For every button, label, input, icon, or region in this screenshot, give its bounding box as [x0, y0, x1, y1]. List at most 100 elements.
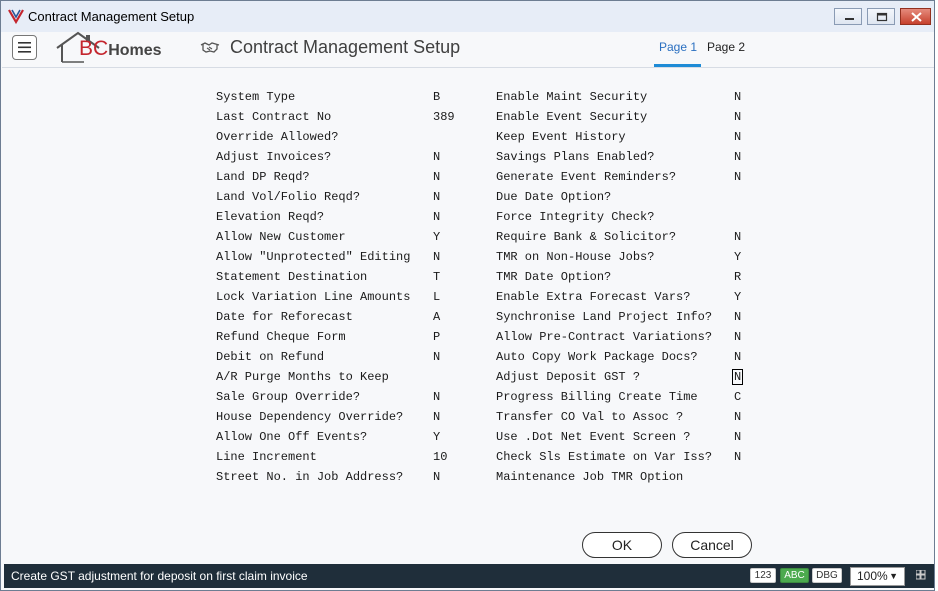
setting-value-field[interactable]: Y: [734, 250, 741, 264]
setting-label: Land DP Reqd?: [216, 170, 310, 184]
setting-value-field[interactable]: N: [433, 170, 440, 184]
window-title: Contract Management Setup: [28, 9, 195, 24]
setting-value-field[interactable]: N: [433, 470, 440, 484]
setting-label: Require Bank & Solicitor?: [496, 230, 677, 244]
minimize-button[interactable]: [834, 8, 862, 25]
setting-value-field[interactable]: N: [734, 230, 741, 244]
setting-label: Allow New Customer: [216, 230, 346, 244]
minimize-icon: [845, 18, 854, 20]
app-header: BCHomes Contract Management Setup Page 1…: [2, 29, 934, 68]
setting-value-field[interactable]: N: [734, 90, 741, 104]
app-logo-icon: [8, 9, 24, 25]
setting-label: Transfer CO Val to Assoc ?: [496, 410, 684, 424]
setting-value-field[interactable]: L: [433, 290, 440, 304]
zoom-select[interactable]: 100% ▼: [850, 567, 905, 586]
setting-value-field[interactable]: N: [433, 210, 440, 224]
setting-value-field[interactable]: Y: [433, 430, 440, 444]
setting-value-field[interactable]: N: [734, 330, 741, 344]
maximize-icon: [876, 12, 888, 22]
setting-label: Synchronise Land Project Info?: [496, 310, 713, 324]
setting-label: Sale Group Override?: [216, 390, 361, 404]
setting-label: Land Vol/Folio Reqd?: [216, 190, 361, 204]
handshake-icon: [200, 42, 220, 53]
setting-label: Date for Reforecast: [216, 310, 353, 324]
setting-value-field[interactable]: N: [734, 130, 741, 144]
setting-label: Allow "Unprotected" Editing: [216, 250, 411, 264]
setting-value-field[interactable]: Y: [433, 230, 440, 244]
setting-value-field[interactable]: N: [734, 310, 741, 324]
ok-button[interactable]: OK: [582, 532, 662, 558]
setting-value-field[interactable]: N: [433, 390, 440, 404]
setting-value-field[interactable]: N: [433, 150, 440, 164]
dropdown-caret-icon: ▼: [889, 571, 898, 581]
numeric-mode-badge: 123: [750, 568, 776, 583]
setting-label: Maintenance Job TMR Option: [496, 470, 684, 484]
logo-homes: Homes: [108, 42, 162, 59]
setting-label: Adjust Invoices?: [216, 150, 332, 164]
setting-label: Due Date Option?: [496, 190, 612, 204]
setting-label: Enable Maint Security: [496, 90, 648, 104]
setting-value-field[interactable]: N: [734, 150, 741, 164]
setting-value-field[interactable]: N: [734, 410, 741, 424]
setting-label: Allow Pre-Contract Variations?: [496, 330, 713, 344]
setting-label: Allow One Off Events?: [216, 430, 368, 444]
setting-value-field[interactable]: 10: [433, 450, 447, 464]
settings-form: System Type B Last Contract No 389 Override …: [2, 68, 934, 564]
hamburger-menu-button[interactable]: [12, 35, 37, 60]
setting-value-field[interactable]: C: [734, 390, 741, 404]
company-logo: BCHomes: [54, 29, 174, 65]
setting-label: Keep Event History: [496, 130, 626, 144]
setting-value-field[interactable]: N: [734, 350, 741, 364]
setting-value-field[interactable]: Y: [734, 290, 741, 304]
setting-value-field[interactable]: N: [433, 190, 440, 204]
setting-value-field[interactable]: T: [433, 270, 440, 284]
setting-label: Enable Event Security: [496, 110, 648, 124]
setting-label: House Dependency Override?: [216, 410, 404, 424]
setting-label: Statement Destination: [216, 270, 368, 284]
maximize-button[interactable]: [867, 8, 895, 25]
setting-label: Line Increment: [216, 450, 317, 464]
close-button[interactable]: [900, 8, 931, 25]
setting-value-field[interactable]: R: [734, 270, 741, 284]
setting-label: Generate Event Reminders?: [496, 170, 677, 184]
setting-label: Check Sls Estimate on Var Iss?: [496, 450, 713, 464]
setting-label: Savings Plans Enabled?: [496, 150, 655, 164]
tab-page-2[interactable]: Page 2: [702, 40, 750, 54]
setting-value-field[interactable]: N: [433, 250, 440, 264]
tab-page-1[interactable]: Page 1: [654, 40, 702, 54]
active-tab-indicator: [654, 64, 701, 67]
text-mode-badge: ABC: [780, 568, 809, 583]
debug-badge[interactable]: DBG: [812, 568, 842, 583]
setting-label: Elevation Reqd?: [216, 210, 325, 224]
setting-label: A/R Purge Months to Keep: [216, 370, 389, 384]
setting-value-field[interactable]: N: [433, 410, 440, 424]
setting-value-field[interactable]: N: [734, 170, 741, 184]
setting-value-field[interactable]: A: [433, 310, 440, 324]
setting-value-field[interactable]: N: [734, 450, 741, 464]
setting-value-field[interactable]: B: [433, 90, 440, 104]
logo-wordmark: BCHomes: [79, 37, 162, 61]
setting-value-field[interactable]: N: [734, 110, 741, 124]
setting-label: Progress Billing Create Time: [496, 390, 698, 404]
setting-label: Force Integrity Check?: [496, 210, 655, 224]
setting-label: Lock Variation Line Amounts: [216, 290, 411, 304]
setting-label: Debit on Refund: [216, 350, 325, 364]
setting-value-field[interactable]: 389: [433, 110, 455, 124]
setting-label: Override Allowed?: [216, 130, 339, 144]
cancel-button[interactable]: Cancel: [672, 532, 752, 558]
setting-value-field[interactable]: P: [433, 330, 440, 344]
title-bar: Contract Management Setup: [1, 1, 934, 32]
zoom-value: 100%: [857, 569, 888, 583]
setting-label: Use .Dot Net Event Screen ?: [496, 430, 691, 444]
resize-grip-icon[interactable]: [916, 570, 926, 580]
hamburger-menu-icon: [18, 42, 31, 53]
setting-label: Adjust Deposit GST ?: [496, 370, 641, 384]
setting-value-field[interactable]: N: [433, 350, 440, 364]
app-window: Contract Management Setup BCHomes Contra…: [0, 0, 935, 591]
status-message: Create GST adjustment for deposit on fir…: [11, 569, 308, 583]
page-title: Contract Management Setup: [230, 37, 461, 57]
setting-value-field[interactable]: N: [734, 430, 741, 444]
setting-label: Enable Extra Forecast Vars?: [496, 290, 691, 304]
setting-label: System Type: [216, 90, 296, 104]
setting-value-field[interactable]: N: [732, 369, 744, 385]
